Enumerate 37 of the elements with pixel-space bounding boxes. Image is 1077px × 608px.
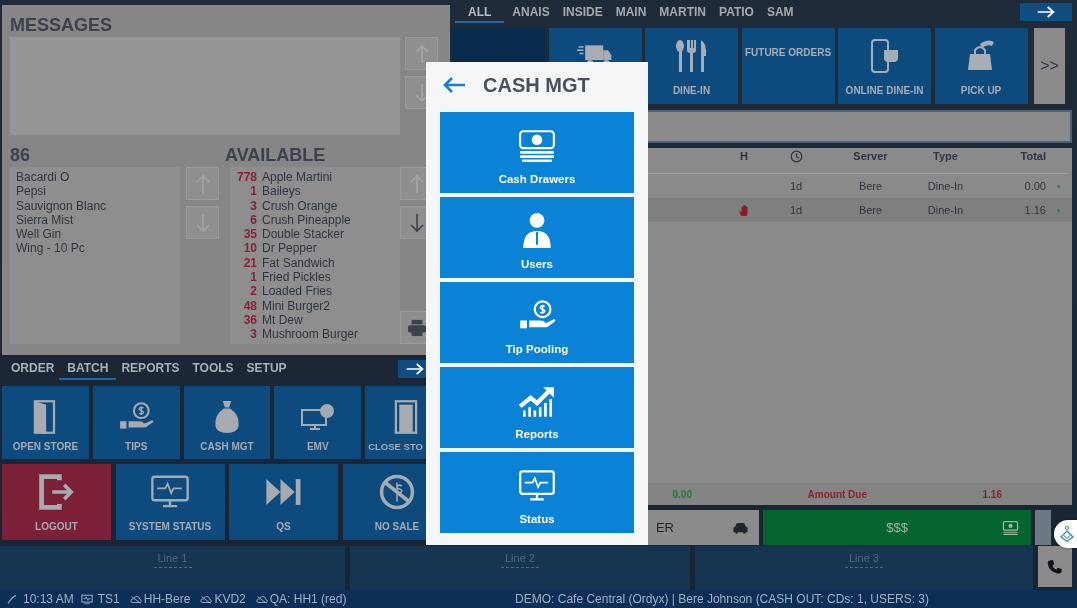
item-count: 6 <box>249 212 257 228</box>
column-header: Total <box>1019 150 1046 162</box>
item-count: 2 <box>249 284 257 299</box>
amount-due-value: 1.16 <box>982 488 1002 500</box>
item-count: 3 <box>249 327 257 342</box>
table-cell-text: 1d <box>788 180 804 192</box>
panel-title: AVAILABLE <box>225 145 327 167</box>
column-header: H <box>739 150 749 162</box>
panel-title: MESSAGES <box>10 15 114 35</box>
item-count: 35 <box>242 227 257 242</box>
table-cell-text: Bere <box>857 204 884 216</box>
table-cell-text: Bere <box>857 180 884 192</box>
device-label: QA: HH1 (red) <box>269 592 347 606</box>
item-count: 3 <box>249 198 257 213</box>
panel-title: 86 <box>10 145 32 167</box>
item-count: 10 <box>242 241 257 256</box>
item-count: 48 <box>242 298 257 313</box>
status-time: 10:13 AM <box>23 592 74 606</box>
item-count: 1 <box>249 184 257 199</box>
device-label: KVD2 <box>214 592 246 606</box>
status-info: DEMO: Cafe Central (Ordyx) | Bere Johnson (CASH OUT: CDs: 1, USERS: 3) <box>515 592 929 606</box>
dialog-title: CASH MGT <box>483 73 590 97</box>
item-count: 1 <box>249 270 257 285</box>
table-cell-text: 0.00 <box>1023 180 1046 192</box>
item-count: 21 <box>242 255 257 271</box>
amount-due-label: Amount Due <box>807 488 867 500</box>
table-cell-text: 1d <box>788 204 804 216</box>
column-header: Type <box>932 150 959 162</box>
table-cell-text: Dine-In <box>926 180 965 192</box>
table-cell-text: 1.16 <box>1023 204 1046 216</box>
column-header: Server <box>852 150 889 162</box>
table-cell-text: Dine-In <box>926 204 965 216</box>
total-value: 0.00 <box>672 488 692 500</box>
device-label: HH-Bere <box>143 592 191 606</box>
terminal-label: TS1 <box>97 592 120 606</box>
item-count: 36 <box>242 312 257 328</box>
item-count: 778 <box>235 170 257 185</box>
